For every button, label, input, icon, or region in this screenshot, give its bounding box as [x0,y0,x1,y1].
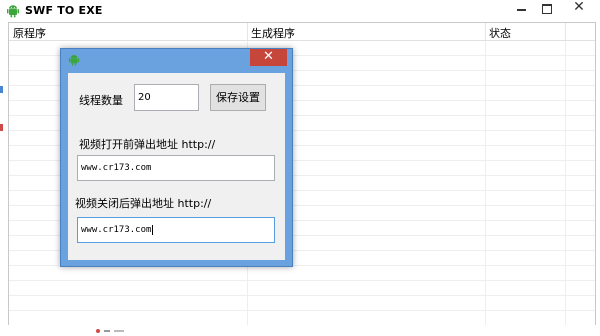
open-popup-label: 视频打开前弹出地址 http:// [79,138,216,151]
android-icon [68,54,80,66]
column-header-source[interactable]: 原程序 [13,25,46,41]
main-window: SWF TO EXE ✕ 原程序 生成程序 状态 ✕ 线程数量 20 保存设置 … [0,0,600,333]
column-separator[interactable] [247,23,248,40]
grid-column-line [485,41,486,325]
column-header-output[interactable]: 生成程序 [251,25,295,41]
dialog-close-button[interactable]: ✕ [250,49,287,66]
list-header: 原程序 生成程序 状态 [9,23,595,41]
column-header-status[interactable]: 状态 [489,25,511,41]
close-popup-url-input[interactable]: www.cr173.com [77,217,275,243]
text-caret [152,224,154,235]
maximize-button[interactable] [534,0,560,18]
save-settings-button[interactable]: 保存设置 [210,84,266,111]
maximize-icon [542,4,552,14]
edge-mark [0,124,3,131]
dialog-body: 线程数量 20 保存设置 视频打开前弹出地址 http:// www.cr173… [68,73,285,260]
android-icon [6,4,20,18]
left-edge-artifacts [0,0,8,326]
close-popup-label: 视频关闭后弹出地址 http:// [75,197,212,210]
column-separator[interactable] [565,23,566,40]
grid-column-line [565,41,566,325]
minimize-button[interactable] [508,0,534,18]
minimize-icon [517,9,526,11]
bottom-edge-artifact [96,322,136,333]
close-button[interactable]: ✕ [560,0,598,18]
threads-label: 线程数量 [79,94,123,107]
close-popup-url-value: www.cr173.com [81,225,152,235]
close-icon: ✕ [263,49,274,64]
edge-mark [0,86,3,93]
threads-input[interactable]: 20 [134,84,199,111]
settings-dialog: ✕ 线程数量 20 保存设置 视频打开前弹出地址 http:// www.cr1… [60,48,293,267]
open-popup-url-input[interactable]: www.cr173.com [77,155,275,181]
column-separator[interactable] [485,23,486,40]
title-bar: SWF TO EXE ✕ [0,0,600,22]
close-icon: ✕ [573,0,585,15]
window-title: SWF TO EXE [25,4,103,17]
